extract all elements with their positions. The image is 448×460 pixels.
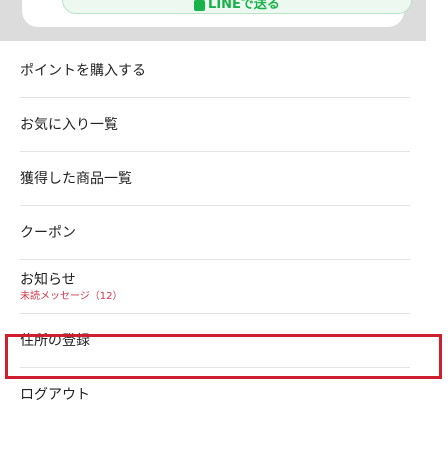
line-share-button[interactable]: LINEで送る: [62, 0, 412, 14]
menu-item-label: クーポン: [20, 225, 76, 241]
menu-item-favorites[interactable]: お気に入り一覧: [0, 98, 448, 152]
line-icon: [194, 0, 206, 11]
top-card: LINEで送る: [22, 0, 412, 27]
unread-messages-count: 未読メッセージ（12）: [20, 290, 123, 302]
menu-item-address-registration[interactable]: 住所の登録: [0, 314, 448, 368]
menu-item-label: お知らせ: [20, 271, 76, 288]
menu-item-label: お気に入り一覧: [20, 117, 118, 133]
menu-item-buy-points[interactable]: ポイントを購入する: [0, 44, 448, 98]
menu-item-label: 住所の登録: [20, 333, 90, 349]
menu-item-label: ログアウト: [20, 387, 90, 403]
menu-item-notifications[interactable]: お知らせ 未読メッセージ（12）: [0, 260, 448, 314]
menu-item-label: ポイントを購入する: [20, 63, 146, 79]
menu-item-acquired-products[interactable]: 獲得した商品一覧: [0, 152, 448, 206]
menu-item-label: 獲得した商品一覧: [20, 171, 132, 187]
menu-item-coupons[interactable]: クーポン: [0, 206, 448, 260]
line-share-button-label: LINEで送る: [208, 0, 280, 12]
account-menu: ポイントを購入する お気に入り一覧 獲得した商品一覧 クーポン お知らせ 未読メ…: [0, 44, 448, 422]
menu-item-logout[interactable]: ログアウト: [0, 368, 448, 422]
